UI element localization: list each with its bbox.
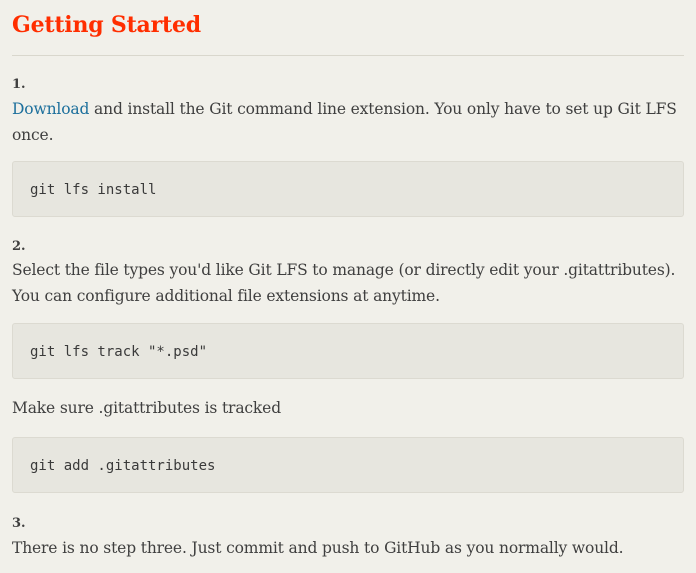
download-link[interactable]: Download: [12, 100, 89, 118]
page-title: Getting Started: [12, 12, 201, 38]
code-block-git-add[interactable]: git add .gitattributes: [12, 437, 684, 493]
step-2-number: 2.: [12, 239, 26, 254]
step-1-text: Download and install the Git command lin…: [12, 96, 680, 148]
code-block-lfs-install[interactable]: git lfs install: [12, 161, 684, 217]
title-divider: [12, 55, 684, 56]
step-1-description: and install the Git command line extensi…: [12, 100, 677, 144]
step-3-text: There is no step three. Just commit and …: [12, 539, 624, 557]
step-2-note: Make sure .gitattributes is tracked: [12, 399, 281, 417]
step-3-number: 3.: [12, 516, 26, 531]
code-block-lfs-track[interactable]: git lfs track "*.psd": [12, 323, 684, 379]
step-1-number: 1.: [12, 77, 26, 92]
step-2-text: Select the file types you'd like Git LFS…: [12, 261, 676, 305]
